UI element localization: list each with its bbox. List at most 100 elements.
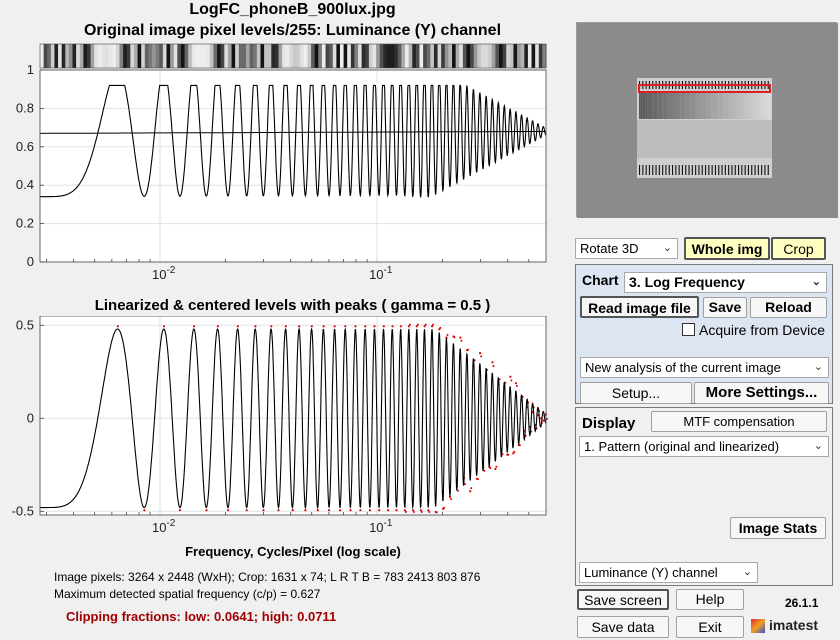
peak-marker	[420, 511, 423, 513]
strip-band	[195, 44, 200, 68]
channel-select[interactable]: Luminance (Y) channel ⌄	[579, 562, 758, 583]
thumb-gradient	[665, 93, 668, 119]
save-screen-button[interactable]: Save screen	[577, 589, 669, 610]
peak-marker	[480, 355, 483, 358]
strip-band	[123, 44, 128, 68]
peak-marker	[333, 325, 336, 328]
thumb-bar	[718, 165, 720, 175]
thumb-gradient	[752, 93, 755, 119]
help-button[interactable]: Help	[676, 589, 744, 610]
peak-marker	[439, 326, 442, 329]
thumb-gradient	[713, 93, 715, 119]
thumb-gradient	[703, 93, 706, 119]
thumb-gradient	[668, 93, 671, 119]
thumb-bar	[665, 165, 667, 175]
thumb-gradient	[711, 93, 714, 119]
peak-marker	[316, 509, 319, 512]
save-button[interactable]: Save	[703, 297, 747, 318]
strip-band	[506, 44, 511, 68]
top-plot: 0 0.2 0.4 0.6 0.8 1 10-2 10-1	[16, 43, 547, 282]
strip-band	[206, 44, 211, 68]
image-thumbnail[interactable]	[576, 22, 838, 218]
strip-band	[350, 44, 356, 68]
exit-button[interactable]: Exit	[676, 616, 744, 638]
acquire-checkbox[interactable]	[682, 323, 695, 336]
reload-button[interactable]: Reload	[750, 297, 827, 318]
display-select[interactable]: 1. Pattern (original and linearized) ⌄	[579, 436, 829, 457]
peak-marker	[448, 495, 452, 498]
strip-band	[249, 44, 254, 68]
window-title: LogFC_phoneB_900lux.jpg	[189, 1, 396, 18]
peak-marker	[453, 336, 456, 339]
thumb-gradient	[705, 93, 707, 119]
x-axis-label: Frequency, Cycles/Pixel (log scale)	[185, 544, 401, 559]
strip-band	[520, 44, 525, 68]
thumb-gradient	[767, 93, 770, 119]
strip-band	[517, 44, 522, 68]
thumb-gradient	[734, 93, 737, 119]
strip-band	[466, 44, 471, 68]
strip-band	[217, 44, 222, 68]
strip-band	[495, 44, 500, 68]
whole-img-button[interactable]: Whole img	[684, 237, 770, 260]
strip-band	[267, 44, 272, 68]
strip-band	[213, 44, 218, 68]
chart-label: Chart	[582, 272, 619, 288]
display-label: Display	[582, 415, 636, 432]
peak-marker	[284, 325, 287, 328]
thumb-bar	[738, 165, 740, 175]
thumb-bar	[672, 165, 674, 175]
setup-button[interactable]: Setup...	[580, 382, 692, 404]
peak-marker	[277, 509, 280, 512]
thumb-gradient	[691, 93, 694, 119]
thumb-bar	[691, 165, 693, 175]
peak-marker	[298, 325, 301, 328]
strip-band	[133, 44, 139, 68]
analysis-select[interactable]: New analysis of the current image ⌄	[580, 357, 829, 378]
pattern-strip	[40, 44, 547, 68]
y-tick-label: 0.4	[16, 177, 34, 192]
rotate-select[interactable]: Rotate 3D ⌄	[575, 238, 678, 259]
chart-select[interactable]: 3. Log Frequency ⌄	[624, 272, 827, 293]
peak-marker	[387, 509, 390, 512]
more-settings-button[interactable]: More Settings...	[694, 382, 829, 404]
thumb-gradient	[764, 93, 767, 119]
strip-band	[433, 44, 439, 68]
peak-marker	[395, 509, 398, 512]
strip-band	[347, 44, 352, 68]
strip-band	[231, 44, 236, 68]
thumb-gradient	[693, 93, 696, 119]
strip-band	[173, 44, 178, 68]
strip-band	[86, 44, 92, 68]
thumb-gradient	[757, 93, 760, 119]
thumb-gradient	[690, 93, 692, 119]
thumb-gradient	[652, 93, 654, 119]
peak-marker	[378, 509, 381, 512]
strip-band	[332, 44, 337, 68]
thumb-gradient	[660, 93, 663, 119]
peak-marker	[427, 509, 430, 512]
peak-marker	[413, 511, 415, 513]
peak-marker	[450, 498, 452, 501]
peak-marker	[476, 478, 479, 481]
thumb-gradient	[726, 93, 729, 119]
thumb-bar	[642, 165, 644, 175]
strip-band	[343, 44, 348, 68]
read-image-file-button[interactable]: Read image file	[580, 296, 699, 318]
strip-band	[455, 44, 460, 68]
crop-button[interactable]: Crop	[771, 237, 826, 260]
mtf-compensation-button[interactable]: MTF compensation	[651, 411, 827, 432]
thumb-gradient	[700, 93, 702, 119]
peak-marker	[359, 509, 362, 512]
save-data-button[interactable]: Save data	[577, 616, 669, 638]
chevron-down-icon: ⌄	[742, 566, 752, 578]
image-stats-button[interactable]: Image Stats	[730, 517, 826, 539]
thumb-gradient	[754, 93, 757, 119]
thumb-gradient	[706, 93, 709, 119]
thumb-gradient	[746, 93, 748, 119]
strip-band	[260, 44, 265, 68]
strip-band	[491, 44, 496, 68]
strip-band	[325, 44, 330, 68]
thumb-gradient	[639, 93, 641, 119]
strip-band	[278, 44, 283, 68]
